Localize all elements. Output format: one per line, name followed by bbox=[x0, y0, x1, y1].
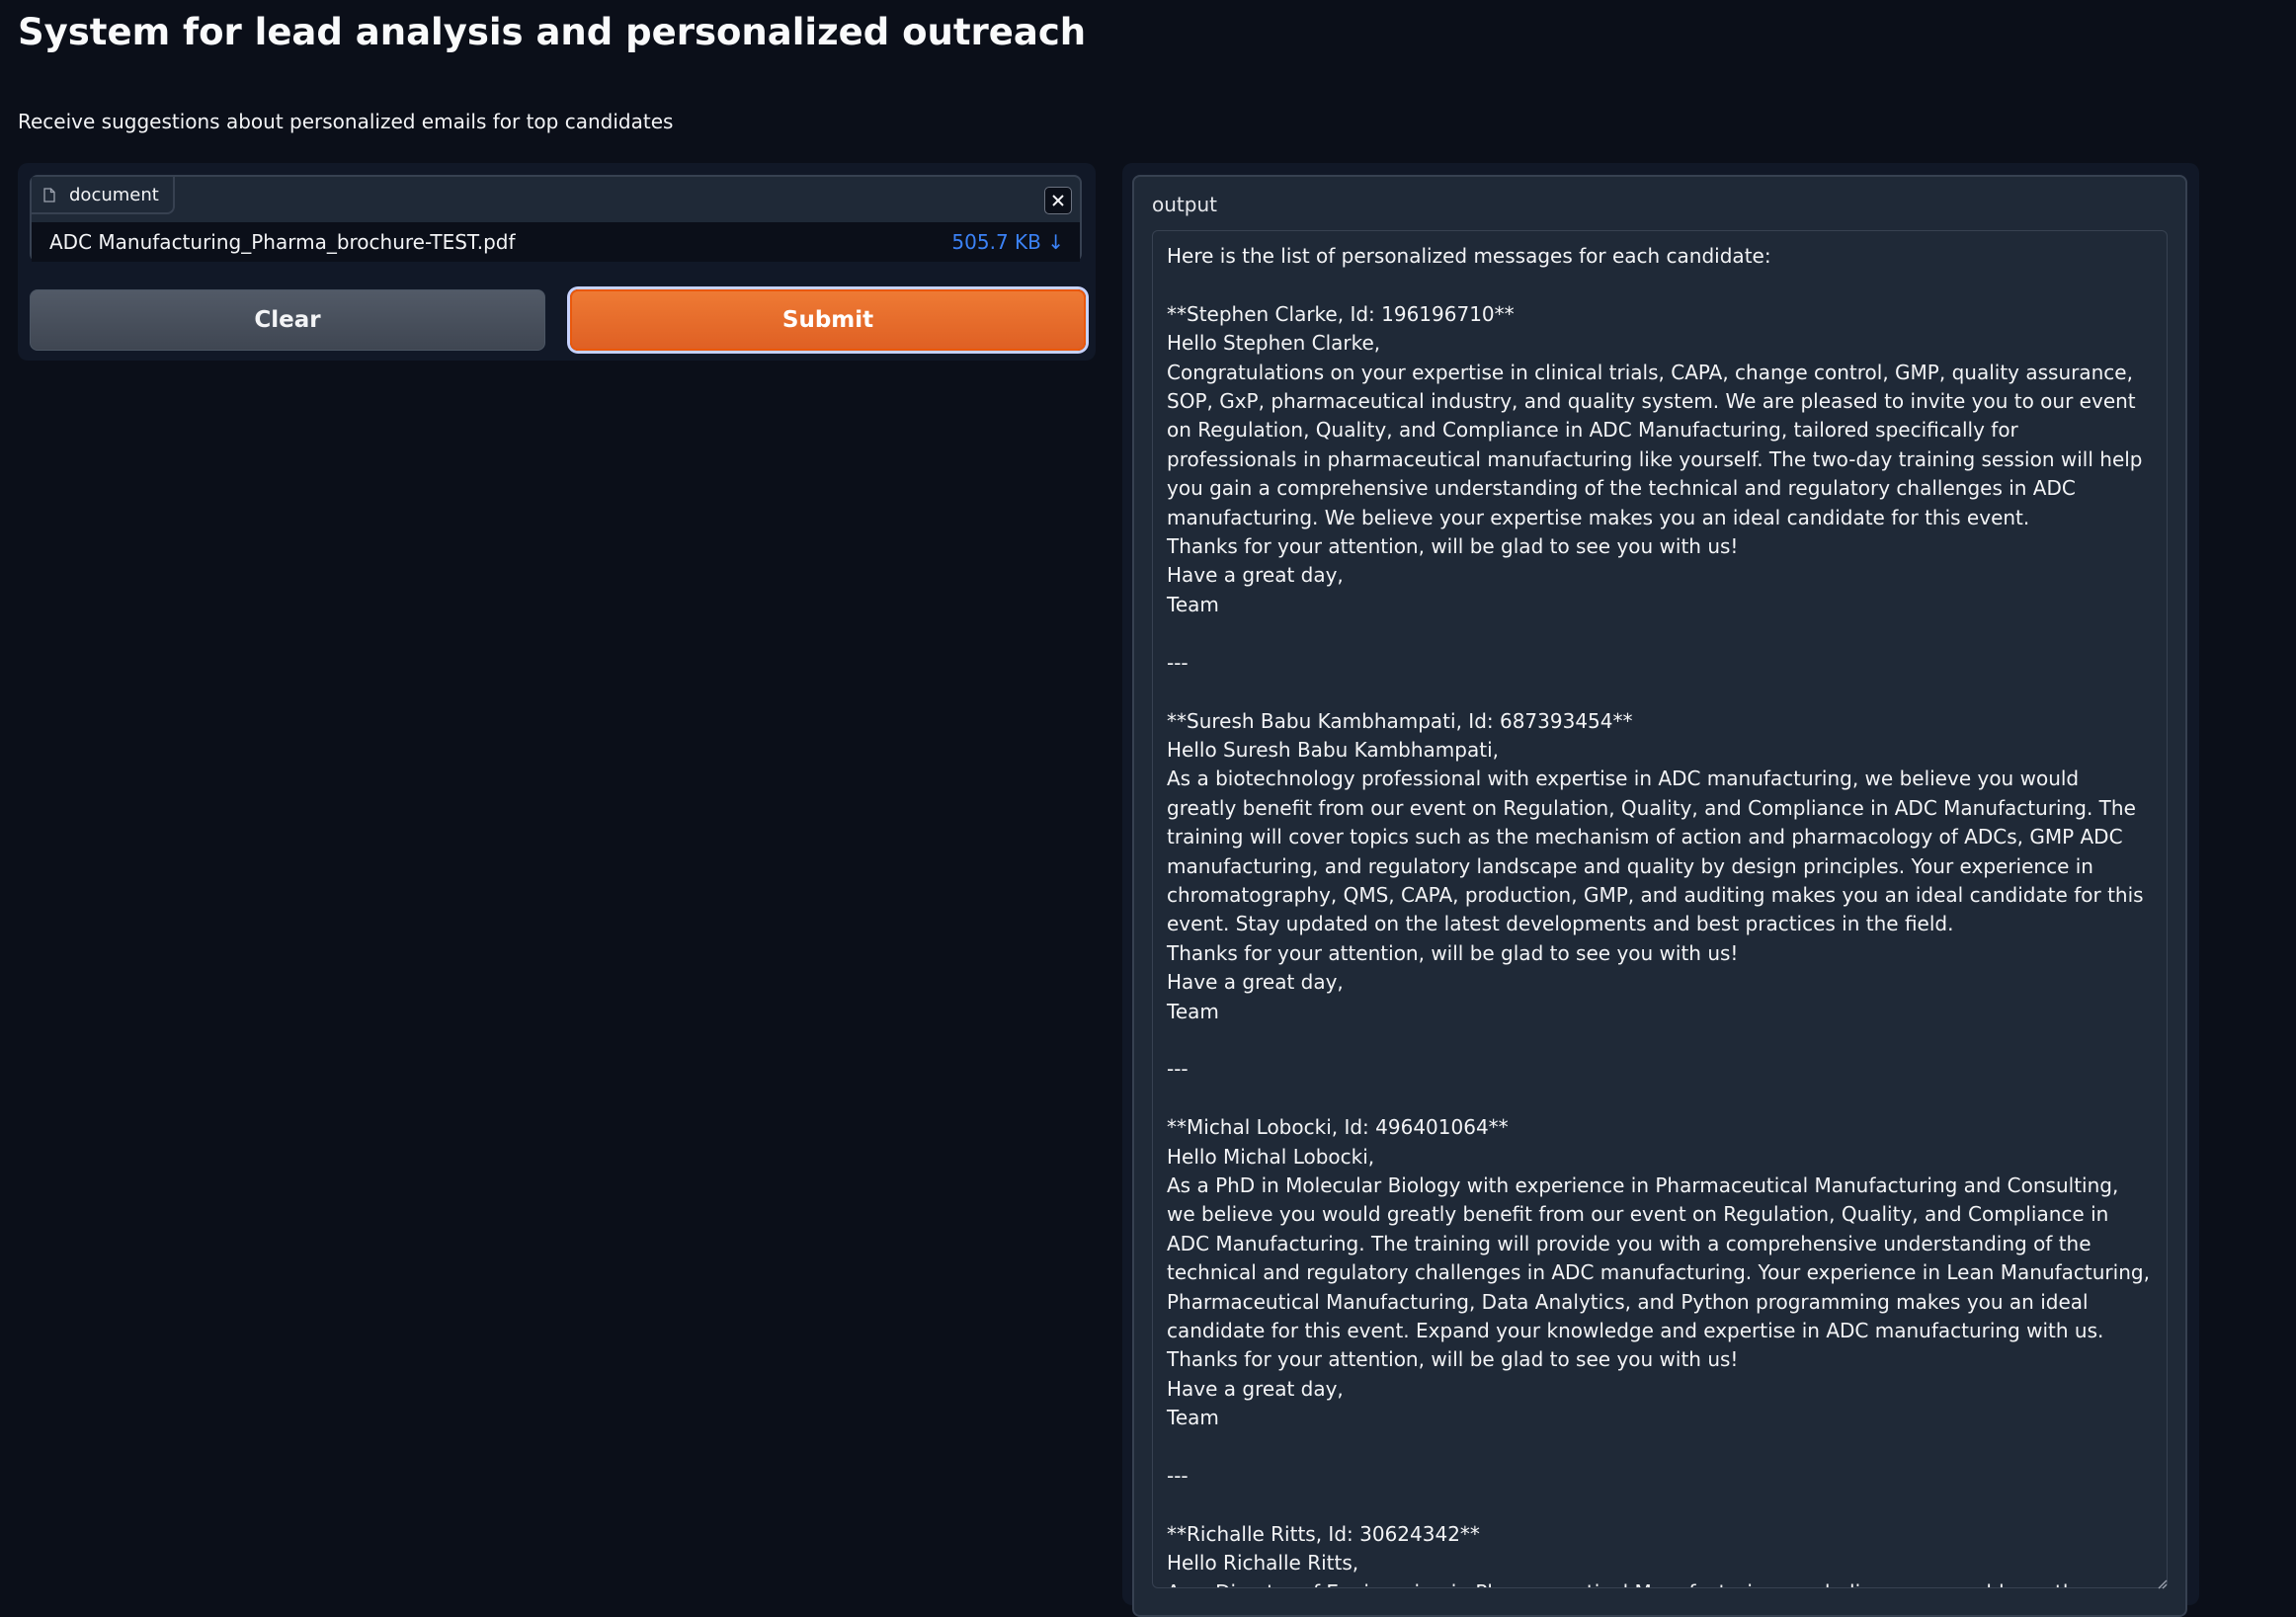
document-label: document bbox=[32, 177, 175, 214]
submit-button[interactable]: Submit bbox=[570, 289, 1086, 351]
output-panel: output Here is the list of personalized … bbox=[1122, 163, 2199, 1617]
input-panel: document ADC Manufacturing_Pharma_brochu… bbox=[18, 163, 1096, 361]
file-size-download-link[interactable]: 505.7 KB ↓ bbox=[951, 230, 1064, 254]
output-block: output Here is the list of personalized … bbox=[1132, 175, 2187, 1617]
file-name: ADC Manufacturing_Pharma_brochure-TEST.p… bbox=[49, 230, 516, 254]
resize-handle-icon[interactable] bbox=[2156, 1577, 2168, 1589]
close-icon bbox=[1052, 195, 1064, 206]
output-label: output bbox=[1152, 193, 1217, 216]
document-label-text: document bbox=[69, 184, 159, 205]
output-textbox[interactable]: Here is the list of personalized message… bbox=[1152, 230, 2168, 1588]
clear-button[interactable]: Clear bbox=[30, 289, 545, 351]
uploaded-file-row: ADC Manufacturing_Pharma_brochure-TEST.p… bbox=[32, 222, 1080, 262]
page-title: System for lead analysis and personalize… bbox=[18, 11, 1087, 53]
page-description: Receive suggestions about personalized e… bbox=[18, 110, 674, 133]
file-icon bbox=[43, 187, 55, 202]
clear-file-button[interactable] bbox=[1044, 187, 1072, 214]
document-file-input[interactable]: document ADC Manufacturing_Pharma_brochu… bbox=[30, 175, 1082, 262]
